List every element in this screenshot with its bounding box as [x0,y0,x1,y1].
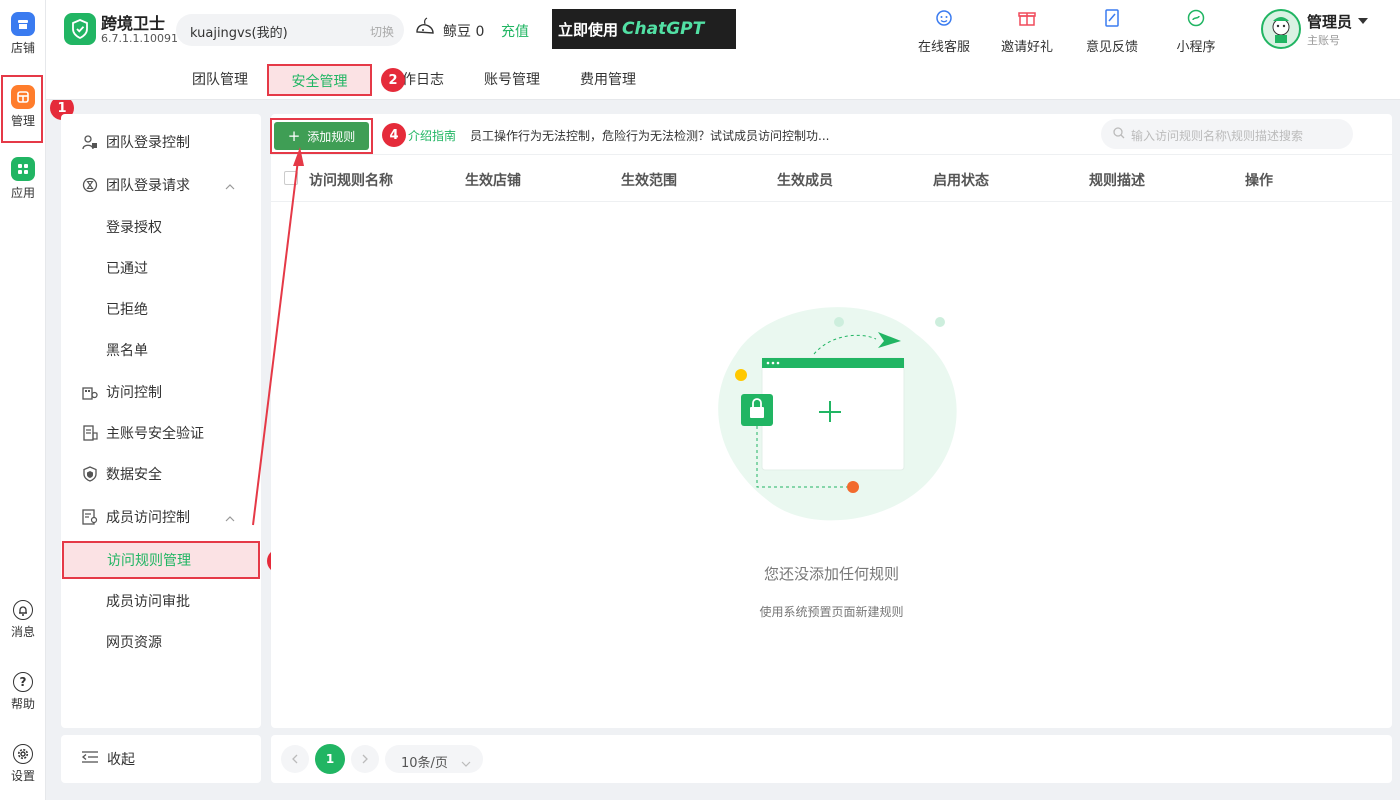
chevron-left-icon [292,754,298,764]
pagination: 1 10条/页 [271,735,1392,783]
page-size-value: 10条/页 [401,756,448,771]
prev-page-button[interactable] [281,745,309,773]
next-page-button[interactable] [351,745,379,773]
page-number-current[interactable]: 1 [315,744,345,774]
annotation-arrow [252,147,304,526]
chevron-down-icon [461,756,471,771]
chevron-right-icon [362,754,368,764]
page-size-select[interactable]: 10条/页 [385,745,483,773]
